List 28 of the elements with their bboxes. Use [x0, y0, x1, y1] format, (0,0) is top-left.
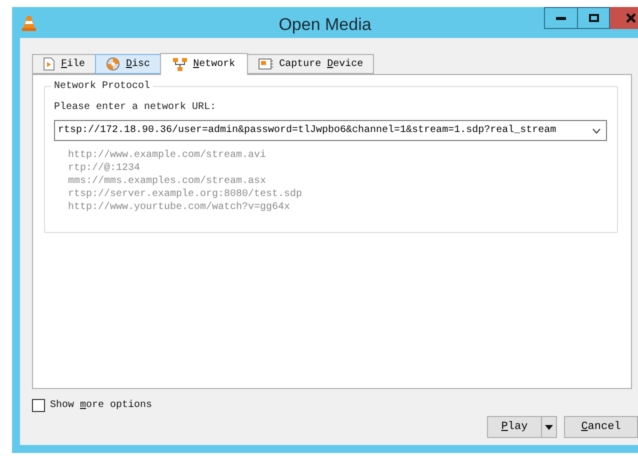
example-url: http://www.example.com/stream.avi: [68, 149, 266, 162]
document-icon: [43, 57, 55, 71]
close-button[interactable]: [610, 7, 638, 29]
close-icon: [626, 13, 636, 23]
url-field[interactable]: rtsp://172.18.90.36/user=admin&password=tlJwpbo6&channel=1&stream=1.sdp?real_stream: [55, 123, 592, 138]
prompt-label: Please enter a network URL:: [54, 100, 218, 115]
window-title: Open Media: [278, 14, 372, 36]
caret-icon[interactable]: [545, 424, 553, 430]
example-url: mms://mms.examples.com/stream.asx: [68, 175, 266, 188]
traffic-cone-icon: [22, 15, 36, 31]
checkbox[interactable]: [32, 399, 45, 412]
example-url: rtsp://server.example.org:8080/test.sdp: [68, 188, 302, 201]
tab[interactable]: Network: [160, 53, 248, 75]
example-url: rtp://@:1234: [68, 162, 140, 175]
tab[interactable]: Disc: [95, 54, 162, 74]
cancel-button[interactable]: Cancel: [564, 416, 638, 438]
tab[interactable]: Capture Device: [247, 54, 374, 74]
capture-card-icon: [258, 58, 274, 70]
minimize-button[interactable]: [544, 7, 578, 29]
play-button[interactable]: Play: [487, 416, 557, 438]
tab[interactable]: File: [32, 54, 96, 74]
example-url: http://www.yourtube.com/watch?v=gg64x: [68, 201, 290, 214]
maximize-icon: [588, 14, 598, 22]
url-combo-box[interactable]: rtsp://172.18.90.36/user=admin&password=tlJwpbo6&channel=1&stream=1.sdp?real_stream: [54, 120, 607, 141]
disc-icon: [106, 57, 120, 71]
checkbox-label[interactable]: Show more options: [50, 398, 152, 413]
minimize-icon: [556, 16, 566, 20]
network-icon: [173, 58, 188, 71]
